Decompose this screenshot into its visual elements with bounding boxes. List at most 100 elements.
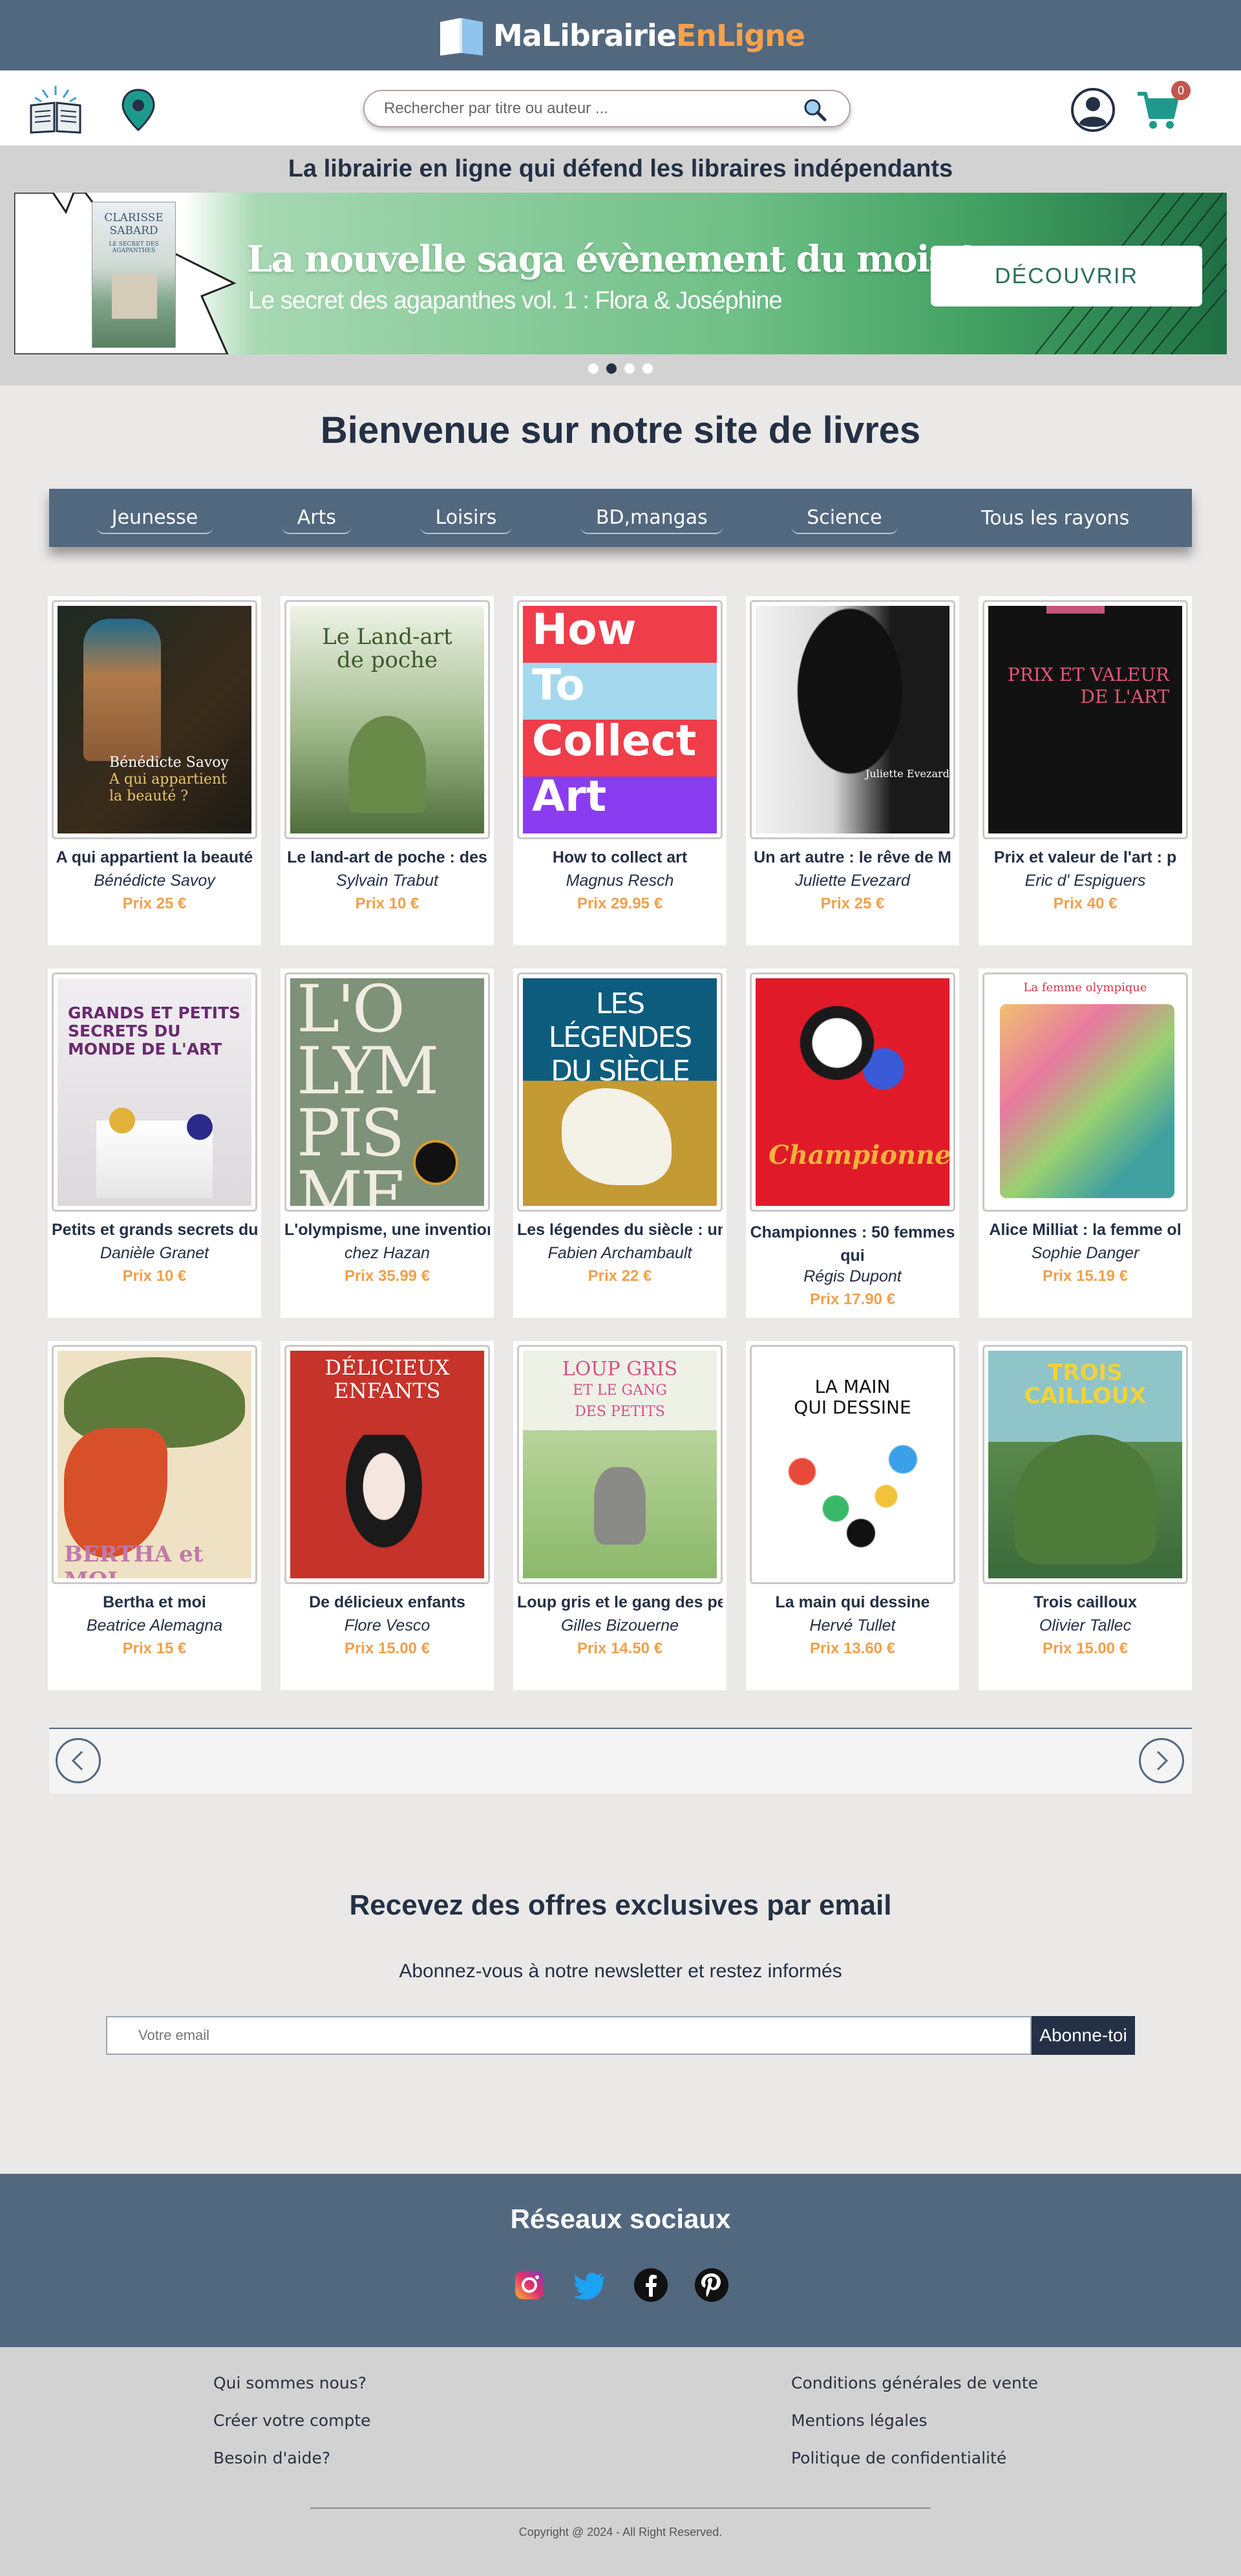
book-card[interactable]: Bénédicte Savoy A qui appartient la beauté… [48,596,261,945]
discover-button[interactable]: DÉCOUVRIR [931,246,1202,306]
book-title[interactable]: Le land-art de poche : des [284,848,490,867]
footer-link-legal[interactable]: Mentions légales [791,2412,1038,2430]
book-title[interactable]: Loup gris et le gang des pe [517,1593,723,1612]
book-title[interactable]: La main qui dessine [750,1593,955,1612]
book-title[interactable]: Trois cailloux [982,1593,1188,1612]
book-cover[interactable]: L'O LYM PIS ME [284,972,490,1212]
newsletter-title: Recevez des offres exclusives par email [349,1889,892,1921]
category-arts[interactable]: Arts [281,502,352,534]
book-cover[interactable]: Championnes [750,972,955,1212]
book-title[interactable]: Alice Milliat : la femme ol [982,1221,1188,1240]
book-title[interactable]: Les légendes du siècle : un [517,1221,723,1240]
pager-area [49,1729,1192,1794]
carousel-dot[interactable] [624,363,635,374]
book-cover[interactable]: La femme olympique [982,972,1188,1212]
cover-art-ball [187,1114,213,1140]
facebook-icon[interactable] [633,2267,669,2303]
book-cover[interactable]: Bénédicte Savoy A qui appartient la beauté… [52,600,257,839]
book-cover[interactable]: DÉLICIEUX ENFANTS [284,1345,490,1584]
footer-link-help[interactable]: Besoin d'aide? [213,2449,371,2467]
newsletter-email-input[interactable] [106,2016,1032,2055]
category-bd-mangas[interactable]: BD,mangas [580,502,723,534]
book-cover[interactable]: GRANDS ET PETITS SECRETS DU MONDE DE L'ART [52,972,257,1212]
carousel-dot-active[interactable] [606,363,617,374]
cover-text: Juliette Evezard [865,767,949,780]
footer-link-about[interactable]: Qui sommes nous? [213,2374,371,2392]
book-card[interactable]: LES LÉGENDES DU SIÈCLE Les légendes du si… [513,969,727,1318]
user-icon[interactable] [1070,87,1116,133]
book-cover[interactable]: Le Land-art de poche [284,600,490,839]
cover-text: Bénédicte Savoy A qui appartient la beauté… [109,755,229,804]
book-cover[interactable]: LOUP GRIS ET LE GANG DES PETITS [517,1345,723,1584]
twitter-icon[interactable] [572,2267,608,2303]
previous-page-button[interactable] [56,1738,101,1783]
book-price: Prix 10 € [355,895,419,912]
book-title[interactable]: Prix et valeur de l'art : p [982,848,1188,867]
book-card[interactable]: Le Land-art de poche Le land-art de poche… [281,596,494,945]
banner-book-castle [112,274,157,319]
site-logo[interactable]: MaLibrairieEnLigne [436,13,805,58]
book-cover[interactable]: LA MAIN QUI DESSINE [750,1345,955,1584]
book-title[interactable]: De délicieux enfants [284,1593,490,1612]
category-jeunesse[interactable]: Jeunesse [96,502,214,534]
book-card[interactable]: LA MAIN QUI DESSINE La main qui dessine H… [746,1341,959,1690]
book-card[interactable]: LOUP GRIS ET LE GANG DES PETITS Loup gris … [513,1341,727,1690]
category-science[interactable]: Science [791,502,898,534]
footer-link-create-account[interactable]: Créer votre compte [213,2412,371,2430]
book-card[interactable]: DÉLICIEUX ENFANTS De délicieux enfants Fl… [281,1341,494,1690]
book-grid: Bénédicte Savoy A qui appartient la beauté… [48,596,1192,1690]
book-card[interactable]: BERTHA et MOI Bertha et moi Beatrice Ale… [48,1341,261,1690]
logo-text-part1: MaLibrairie [493,17,677,53]
book-title[interactable]: How to collect art [517,848,723,867]
category-all[interactable]: Tous les rayons [966,503,1145,533]
carousel-dot[interactable] [642,363,653,374]
book-title[interactable]: Bertha et moi [52,1593,257,1612]
cover-art-hair [64,1428,167,1558]
book-card[interactable]: TROIS CAILLOUX Trois cailloux Olivier Tal… [979,1341,1192,1690]
carousel-dot[interactable] [588,363,599,374]
book-price: Prix 22 € [588,1267,652,1285]
book-card[interactable]: Championnes Championnes : 50 femmes qui … [746,969,959,1318]
book-author: Sophie Danger [1031,1244,1140,1262]
footer-link-terms[interactable]: Conditions générales de vente [791,2374,1038,2392]
book-card[interactable]: La femme olympique Alice Milliat : la fe… [979,969,1192,1318]
book-card[interactable]: PRIX ET VALEUR DE L'ART Prix et valeur de… [979,596,1192,945]
open-book-icon[interactable] [28,83,83,135]
book-cover[interactable]: Juliette Evezard [750,600,955,839]
book-title[interactable]: A qui appartient la beauté [52,848,257,867]
location-pin-icon[interactable] [119,87,158,133]
welcome-heading: Bienvenue sur notre site de livres [320,409,921,451]
next-page-button[interactable] [1139,1738,1184,1783]
promo-banner[interactable]: CLARISSE SABARD LE SECRET DES AGAPANTHES… [14,193,1227,354]
book-cover[interactable]: How To Collect Art [517,600,723,839]
book-title[interactable]: L'olympisme, une invention [284,1221,490,1240]
search-icon[interactable] [803,98,827,122]
book-author: Gilles Bizouerne [560,1616,679,1635]
book-title[interactable]: Championnes : 50 femmes qui [750,1221,955,1267]
pager-divider [49,1728,1192,1729]
search-input[interactable] [384,96,785,121]
book-card[interactable]: L'O LYM PIS ME L'olympisme, une invention c… [281,969,494,1318]
footer-link-privacy[interactable]: Politique de confidentialité [791,2449,1038,2467]
book-card[interactable]: How To Collect Art How to collect art Magnu… [513,596,727,945]
book-cover[interactable]: LES LÉGENDES DU SIÈCLE [517,972,723,1212]
book-cover[interactable]: PRIX ET VALEUR DE L'ART [982,600,1188,839]
cover-text: Championnes [769,1140,949,1170]
book-card[interactable]: Juliette Evezard Un art autre : le rêve … [746,596,959,945]
instagram-icon[interactable] [511,2267,547,2303]
cover-text: PRIX ET VALEUR DE L'ART [1007,664,1169,707]
book-author: Hervé Tullet [809,1616,896,1635]
banner-book-cover[interactable]: CLARISSE SABARD LE SECRET DES AGAPANTHES [92,202,176,348]
logo-text-part2: EnLigne [675,17,805,53]
book-title[interactable]: Un art autre : le rêve de M [750,848,955,867]
book-title[interactable]: Petits et grands secrets du [52,1221,257,1240]
book-cover[interactable]: TROIS CAILLOUX [982,1345,1188,1584]
newsletter-subtitle: Abonnez-vous à notre newsletter et reste… [399,1960,842,1982]
chevron-right-icon [1156,1750,1169,1771]
book-cover[interactable]: BERTHA et MOI [52,1345,257,1584]
book-card[interactable]: GRANDS ET PETITS SECRETS DU MONDE DE L'ART… [48,969,261,1318]
category-loisirs[interactable]: Loisirs [419,502,513,534]
pinterest-icon[interactable] [694,2267,730,2303]
subscribe-button[interactable]: Abonne-toi [1032,2016,1135,2055]
cover-text: How To Collect Art [532,606,697,821]
